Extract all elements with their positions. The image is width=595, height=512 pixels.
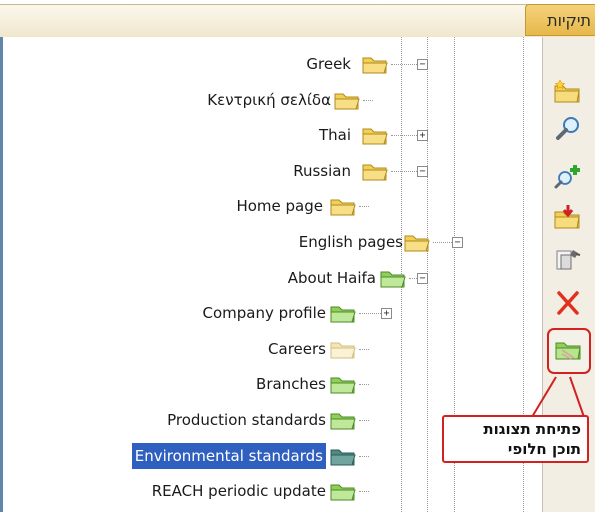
callout-text-line2: תוכן חלופי: [507, 440, 581, 458]
annotation-callout: פתיחת תצוגות תוכן חלופי: [442, 415, 589, 463]
callout-text-line1: פתיחת תצוגות: [483, 420, 581, 438]
